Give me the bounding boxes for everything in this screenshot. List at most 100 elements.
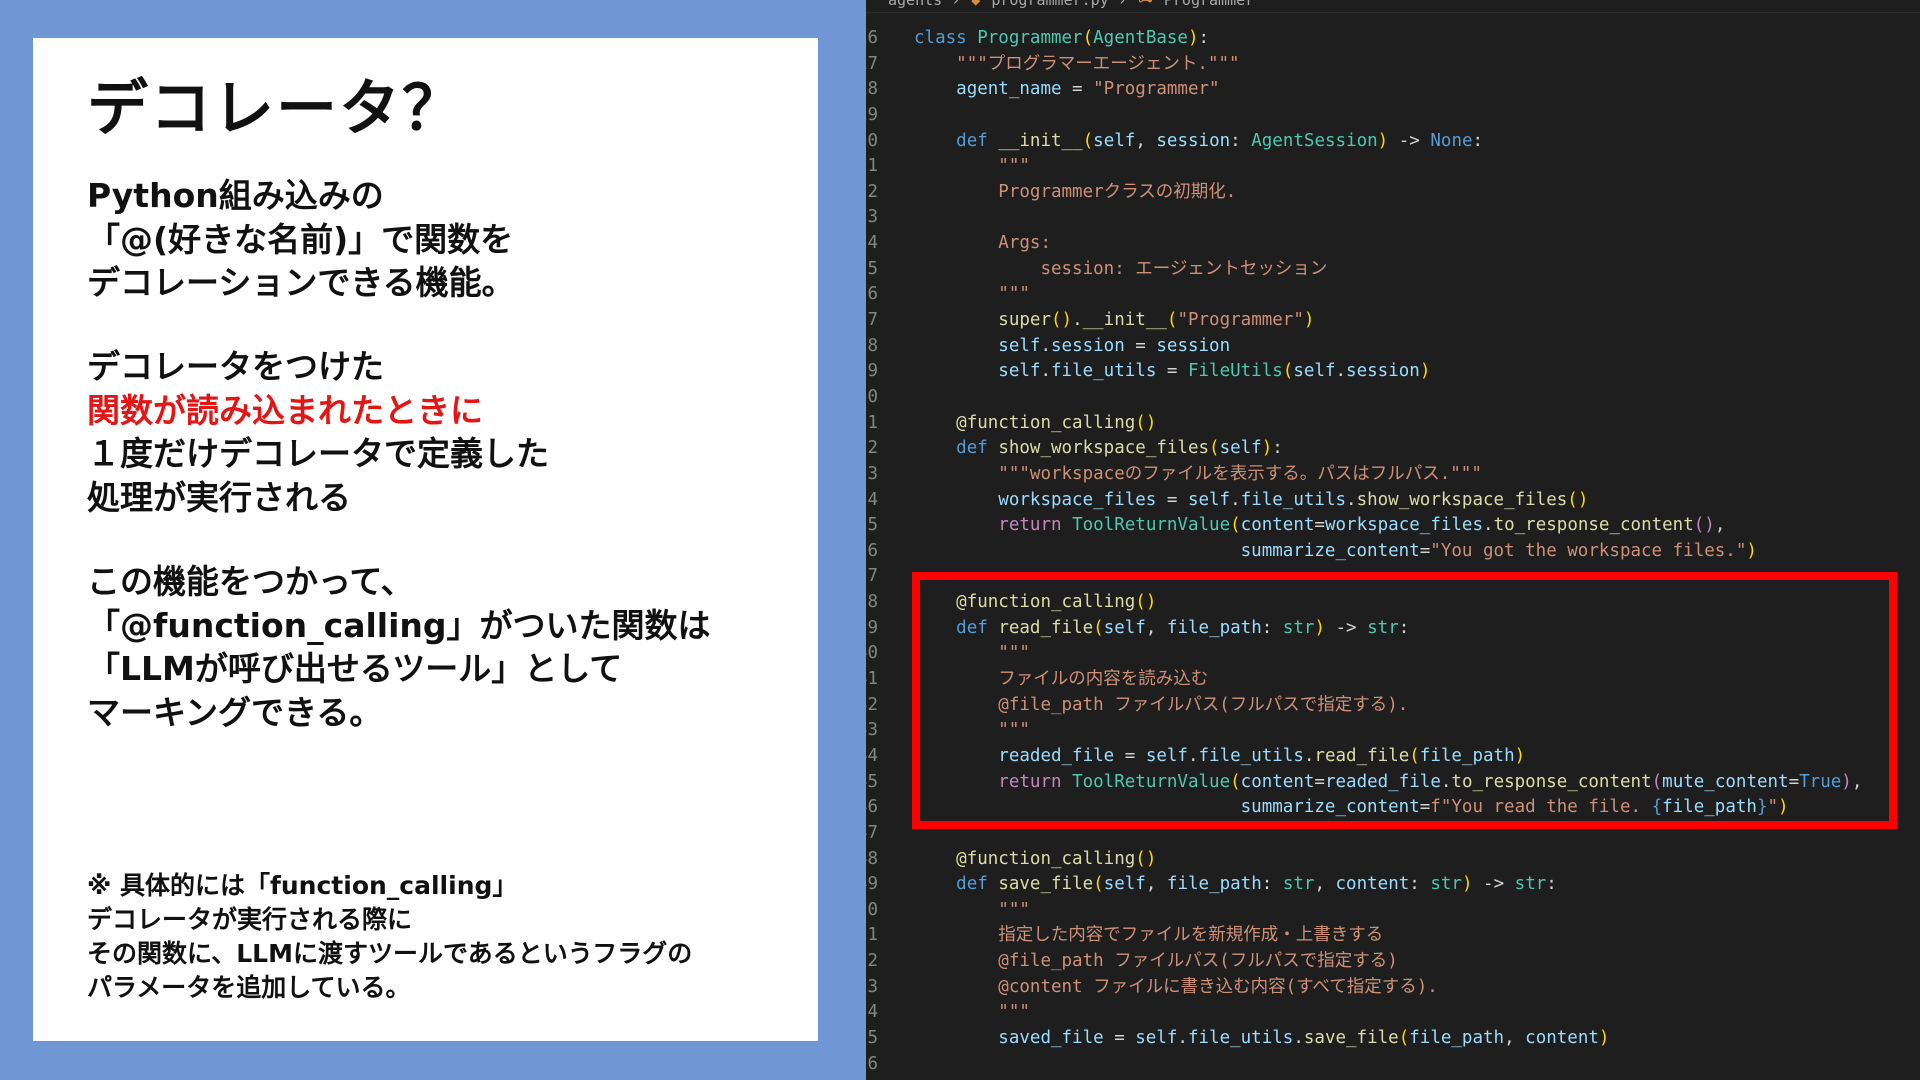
code-token: self: [1187, 489, 1231, 510]
code-line: 29 self.file_utils = FileUtils(self.sess…: [866, 359, 1430, 385]
code-line: 33 """workspaceのファイルを表示する。パスはフルパス.""": [866, 462, 1482, 488]
code-token: file_utils: [1187, 1027, 1294, 1048]
code-token: self: [1093, 130, 1136, 151]
code-token: session: [1346, 361, 1420, 382]
line-number: 39: [866, 617, 878, 638]
code-token: str: [1367, 617, 1399, 638]
code-line: 52 @file_path ファイルパス(フルパスで指定する): [866, 949, 1398, 975]
code-token: agent_name: [956, 79, 1062, 100]
line-number: 45: [866, 771, 878, 792]
code-token: """workspaceのファイルを表示する。パスはフルパス.""": [998, 463, 1482, 484]
intro-paragraph: Python組み込みの 「@(好きな名前)」で関数を デコレーションできる機能。: [87, 174, 515, 305]
code-line: 35 return ToolReturnValue(content=worksp…: [866, 513, 1725, 539]
code-token: show_workspace_files: [998, 438, 1210, 459]
line-number: 47: [866, 822, 878, 843]
code-token: @file_path ファイルパス(フルパスで指定する).: [998, 694, 1409, 715]
usage-line: 「@function_calling」がついた関数は: [87, 605, 711, 645]
code-line: 56: [866, 1052, 878, 1078]
code-token: ToolReturnValue: [1072, 515, 1231, 536]
line-number: 33: [866, 463, 878, 484]
code-token: def: [956, 617, 988, 638]
line-number: 42: [866, 694, 878, 715]
code-token: save_file: [998, 874, 1094, 895]
code-line: 48 @function_calling(): [866, 847, 1156, 873]
code-token: @content ファイルに書き込む内容(すべて指定する).: [998, 976, 1438, 997]
code-token: True: [1799, 771, 1842, 792]
code-token: session: [1051, 335, 1125, 356]
code-line: 47: [866, 821, 878, 847]
intro-line: Python組み込みの: [87, 176, 384, 215]
slide-card: デコレータ？ Python組み込みの 「@(好きな名前)」で関数を デコレーショ…: [33, 38, 818, 1041]
code-editor[interactable]: agents › ◆ programmer.py › ⊶ Programmer …: [866, 0, 1920, 1080]
breadcrumb-symbol[interactable]: Programmer: [1164, 0, 1254, 9]
code-token: AgentSession: [1251, 130, 1378, 151]
code-token: self: [1103, 617, 1146, 638]
usage-line: 「LLMが呼び出せるツール」として: [87, 649, 623, 688]
code-line: 34 workspace_files = self.file_utils.sho…: [866, 488, 1588, 514]
line-number: 30: [866, 386, 878, 407]
code-token: """: [998, 720, 1030, 741]
effect-line-emphasis: 関数が読み込まれたときに: [87, 390, 483, 430]
code-token: mute_content: [1662, 771, 1789, 792]
code-token: """: [998, 156, 1030, 177]
code-token: f"You read the file.: [1430, 797, 1652, 818]
footnote-line: デコレータが実行される際に: [87, 905, 413, 934]
code-line: 53 @content ファイルに書き込む内容(すべて指定する).: [866, 975, 1438, 1001]
line-number: 37: [866, 566, 878, 587]
code-token: str: [1282, 874, 1315, 895]
breadcrumb-file[interactable]: programmer.py: [991, 0, 1108, 9]
code-line: 31 @function_calling(): [866, 411, 1156, 437]
code-token: Programmer: [977, 28, 1083, 48]
line-number: 48: [866, 848, 878, 869]
code-token: to_response_content: [1493, 515, 1694, 536]
line-number: 19: [866, 104, 878, 125]
line-number: 28: [866, 335, 878, 356]
code-token: """: [998, 899, 1030, 920]
code-line: 37: [866, 564, 878, 590]
code-line: 30: [866, 385, 878, 411]
effect-line: 処理が実行される: [87, 477, 351, 517]
code-token: file_path: [1166, 874, 1262, 895]
code-line: 50 """: [866, 898, 1030, 924]
footnote-line: パラメータを追加している。: [87, 973, 411, 1002]
line-number: 23: [866, 207, 878, 228]
code-token: summarize_content: [1240, 797, 1420, 818]
line-number: 44: [866, 745, 878, 766]
breadcrumb-folder[interactable]: agents: [888, 0, 942, 9]
code-line: 18 agent_name = "Programmer": [866, 77, 1220, 103]
code-token: session: エージェントセッション: [1040, 258, 1328, 279]
line-number: 17: [866, 53, 878, 74]
code-token: AgentBase: [1093, 28, 1188, 48]
code-token: file_utils: [1198, 745, 1304, 766]
code-token: @function_calling: [956, 592, 1136, 613]
code-line: 19: [866, 103, 878, 129]
breadcrumb: agents › ◆ programmer.py › ⊶ Programmer: [866, 0, 1920, 13]
line-number: 26: [866, 284, 878, 305]
code-line: 22 Programmerクラスの初期化.: [866, 180, 1236, 206]
code-token: str: [1514, 874, 1547, 895]
code-token: file_path: [1166, 617, 1262, 638]
code-line: 24 Args:: [866, 231, 1051, 257]
code-token: self: [998, 335, 1041, 356]
line-number: 38: [866, 592, 878, 613]
code-line: 20 def __init__(self, session: AgentSess…: [866, 129, 1483, 155]
code-line: 42 @file_path ファイルパス(フルパスで指定する).: [866, 693, 1408, 719]
code-token: """: [998, 284, 1030, 305]
code-token: """: [998, 1002, 1030, 1023]
line-number: 51: [866, 925, 878, 946]
code-token: file_utils: [1051, 361, 1157, 382]
usage-line: この機能をつかって、: [87, 562, 414, 601]
line-number: 49: [866, 874, 878, 895]
code-token: FileUtils: [1187, 361, 1283, 382]
code-line: 25 session: エージェントセッション: [866, 257, 1327, 283]
code-token: class: [914, 28, 967, 48]
code-token: workspace_files: [1324, 515, 1484, 536]
code-token: self: [998, 361, 1041, 382]
effect-paragraph: デコレータをつけた 関数が読み込まれたときに １度だけデコレータで定義した 処理…: [87, 345, 549, 519]
code-token: content: [1240, 771, 1315, 792]
code-token: workspace_files: [998, 489, 1157, 510]
line-number: 56: [866, 1053, 878, 1074]
line-number: 43: [866, 720, 878, 741]
code-token: file_path: [1662, 797, 1757, 818]
usage-line: マーキングできる。: [87, 692, 383, 732]
